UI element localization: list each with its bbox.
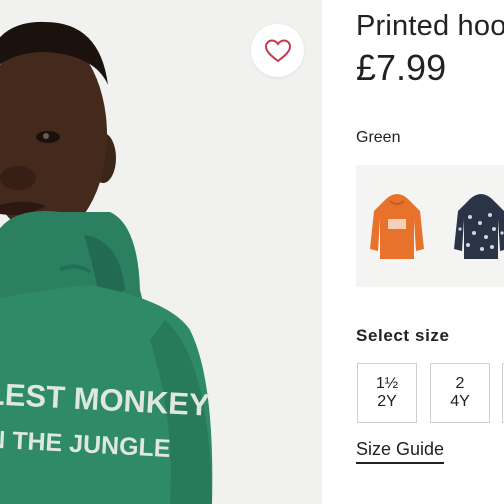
heart-icon	[264, 38, 291, 62]
swatch-orange-hoodie[interactable]	[368, 189, 426, 261]
size-option-line1: 2	[455, 375, 465, 392]
size-guide-link[interactable]: Size Guide	[356, 439, 445, 464]
size-option-2y[interactable]: 1½ 2Y	[357, 363, 417, 423]
product-page: COOLEST MONKEY IN THE JUNGLE Printed hoo…	[0, 0, 504, 504]
product-price: £7.99	[356, 47, 447, 88]
product-photo: COOLEST MONKEY IN THE JUNGLE	[0, 0, 322, 504]
swatch-navy-printed-hoodie[interactable]	[452, 189, 504, 261]
favourite-button[interactable]	[251, 24, 304, 77]
select-size-label: Select size	[356, 326, 450, 345]
size-option-4y[interactable]: 2 4Y	[430, 363, 490, 423]
product-info-panel: Printed hoodie £7.99 Green	[322, 0, 504, 504]
orange-hoodie-thumbnail	[370, 194, 424, 259]
product-title: Printed hoodie	[356, 10, 504, 42]
navy-hoodie-thumbnail	[454, 194, 504, 259]
colour-swatches	[356, 165, 504, 287]
size-option-line2: 4Y	[450, 393, 470, 410]
size-option-line2: 2Y	[377, 393, 397, 410]
selected-colour-label: Green	[356, 129, 401, 146]
size-option-line1: 1½	[375, 375, 399, 392]
